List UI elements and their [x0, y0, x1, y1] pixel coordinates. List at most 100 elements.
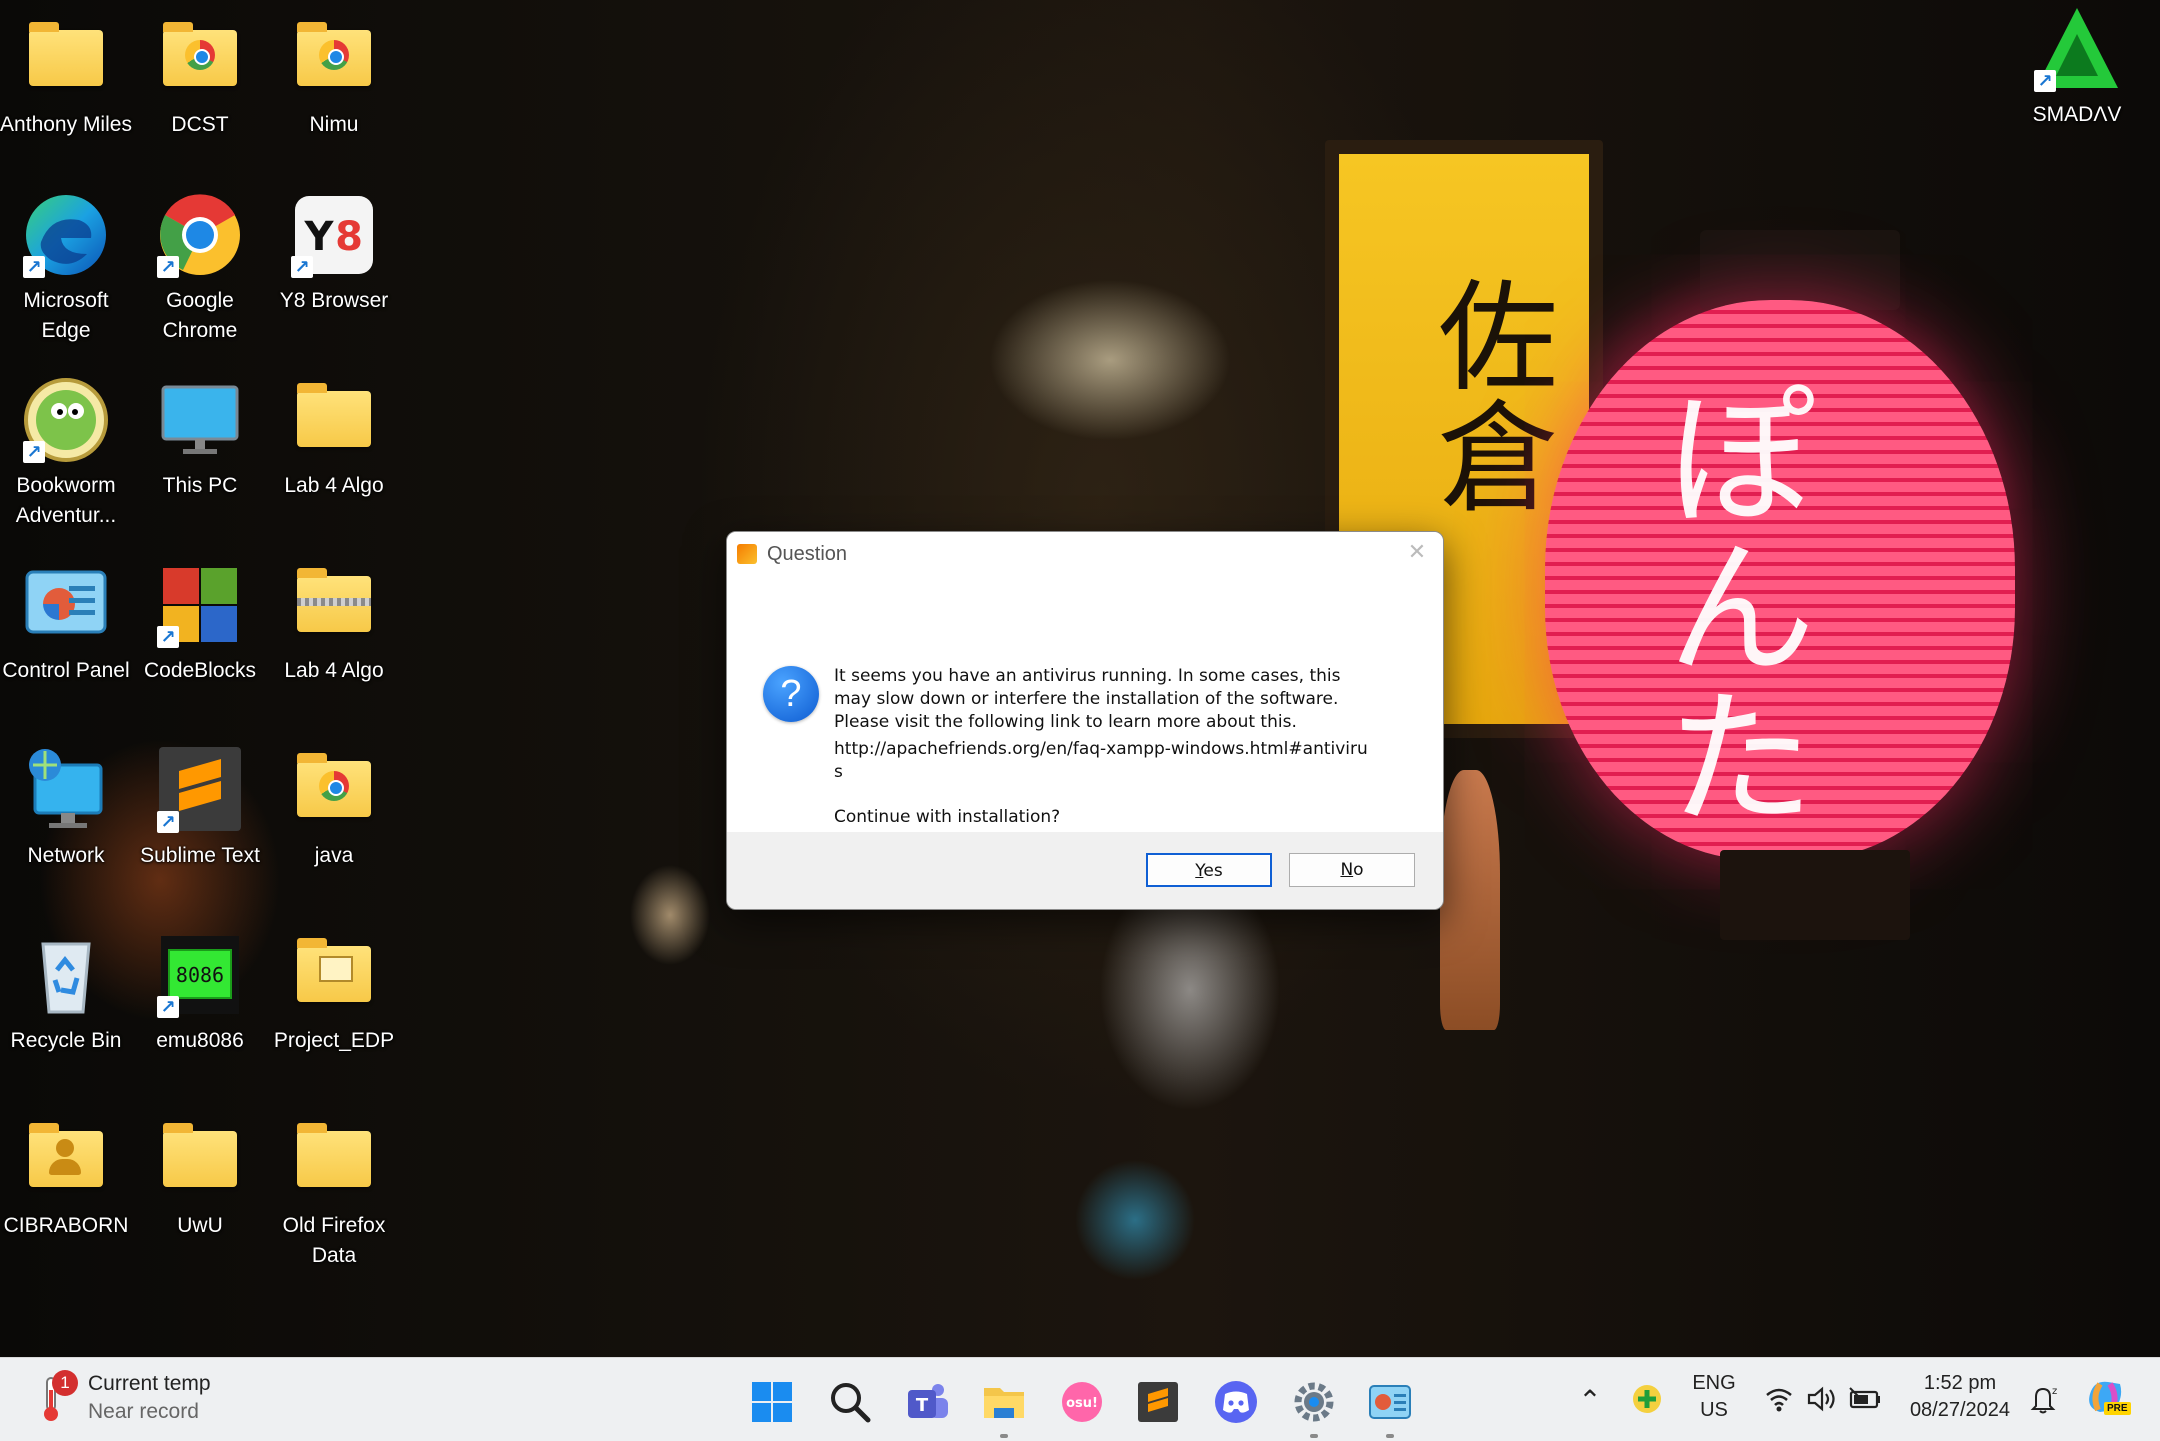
desktop-icon-project-edp[interactable]: Project_EDP — [268, 930, 400, 1056]
search-icon[interactable] — [826, 1378, 874, 1426]
shortcut-arrow-icon: ↗ — [157, 811, 179, 833]
language-indicator[interactable]: ENG US — [1686, 1372, 1742, 1422]
desktop-icon-label: Microsoft Edge — [23, 289, 109, 342]
shortcut-arrow-icon: ↗ — [157, 256, 179, 278]
desktop-icon-anthony-miles[interactable]: Anthony Miles — [0, 14, 132, 140]
wallpaper-icecream-sign — [1440, 770, 1500, 1030]
desktop-icon-microsoft-edge[interactable]: ↗ Microsoft Edge — [0, 190, 132, 346]
desktop-icon-label: Old Firefox Data — [282, 1214, 386, 1267]
desktop-icon-label: This PC — [162, 474, 238, 497]
desktop-icon-dcst[interactable]: DCST — [134, 14, 266, 140]
shortcut-arrow-icon: ↗ — [157, 996, 179, 1018]
desktop-icon-network[interactable]: Network — [0, 745, 132, 871]
desktop-icon-bookworm[interactable]: ↗ Bookworm Adventur... — [0, 375, 132, 531]
battery-icon[interactable] — [1848, 1386, 1882, 1412]
desktop-icon-sublime-text[interactable]: ↗ Sublime Text — [134, 745, 266, 871]
desktop-icon-label: CIBRABORN — [3, 1214, 129, 1237]
shortcut-arrow-icon: ↗ — [23, 256, 45, 278]
discord-icon[interactable] — [1212, 1378, 1260, 1426]
osu-icon[interactable]: osu! — [1058, 1378, 1106, 1426]
no-button[interactable]: No — [1289, 853, 1415, 887]
dialog-prompt: Continue with installation? — [834, 807, 1061, 827]
volume-icon[interactable] — [1806, 1384, 1838, 1414]
desktop-icon-codeblocks[interactable]: ↗ CodeBlocks — [134, 560, 266, 686]
close-icon[interactable]: ✕ — [1405, 540, 1429, 564]
wifi-icon[interactable] — [1764, 1384, 1794, 1414]
notification-bell-icon[interactable]: z — [2028, 1382, 2058, 1416]
clock[interactable]: 1:52 pm 08/27/2024 — [1892, 1372, 2028, 1422]
settings-icon[interactable] — [1290, 1378, 1338, 1438]
chrome-folder-icon — [163, 22, 237, 86]
notification-badge: 1 — [52, 1370, 78, 1396]
file-explorer-icon[interactable] — [980, 1378, 1028, 1438]
folder-icon — [29, 22, 103, 86]
shortcut-arrow-icon: ↗ — [2034, 70, 2056, 92]
folder-icon — [297, 1123, 371, 1187]
desktop-icon-google-chrome[interactable]: ↗ Google Chrome — [134, 190, 266, 346]
desktop-icon-label: Nimu — [309, 113, 359, 136]
desktop-icon-label: emu8086 — [156, 1029, 244, 1052]
desktop-icon-nimu[interactable]: Nimu — [268, 14, 400, 140]
dialog-titlebar[interactable]: Question ✕ — [727, 532, 1443, 576]
desktop-icon-old-firefox-data[interactable]: Old Firefox Data — [268, 1115, 400, 1271]
smadav-tray-icon[interactable] — [1630, 1382, 1664, 1416]
svg-text:8: 8 — [335, 214, 363, 260]
chevron-up-icon[interactable]: ⌃ — [1574, 1384, 1606, 1416]
desktop-icon-lab-4-algo-zip[interactable]: Lab 4 Algo — [268, 560, 400, 686]
desktop-icon-label: Google Chrome — [162, 289, 238, 342]
folder-icon — [297, 383, 371, 447]
svg-text:z: z — [2052, 1386, 2057, 1397]
dialog-footer: Yes No — [727, 832, 1443, 909]
desktop-icon-label: Network — [27, 844, 105, 867]
desktop-icon-label: Control Panel — [2, 659, 130, 682]
desktop-icon-emu8086[interactable]: 8086 ↗ emu8086 — [134, 930, 266, 1056]
desktop-icon-label: Y8 Browser — [279, 289, 389, 312]
desktop-icon-label: java — [314, 844, 354, 867]
weather-subtitle: Near record — [88, 1400, 199, 1423]
desktop-icon-label: Lab 4 Algo — [284, 474, 384, 497]
shortcut-arrow-icon: ↗ — [157, 626, 179, 648]
folder-icon — [297, 938, 371, 1002]
active-indicator — [1386, 1434, 1394, 1438]
dialog-title: Question — [767, 543, 848, 565]
clock-date: 08/27/2024 — [1909, 1399, 2011, 1421]
dialog-body: ? It seems you have an antivirus running… — [727, 576, 1443, 868]
chrome-folder-icon — [297, 753, 371, 817]
desktop-icon-recycle-bin[interactable]: Recycle Bin — [0, 930, 132, 1056]
copilot-icon[interactable]: PRE — [2084, 1376, 2131, 1418]
desktop-icon-lab-4-algo[interactable]: Lab 4 Algo — [268, 375, 400, 501]
active-indicator — [1000, 1434, 1008, 1438]
teams-icon[interactable]: T — [904, 1378, 952, 1426]
chrome-folder-icon — [297, 22, 371, 86]
question-dialog: Question ✕ ? It seems you have an antivi… — [726, 531, 1444, 910]
dialog-link: http://apachefriends.org/en/faq-xampp-wi… — [834, 739, 1368, 782]
control-panel-taskbar-icon[interactable] — [1366, 1378, 1414, 1438]
windows-start-icon[interactable] — [748, 1378, 796, 1426]
recycle-bin-icon — [41, 942, 91, 1014]
desktop-icon-label: CodeBlocks — [143, 659, 257, 682]
desktop-icon-label: Project_EDP — [273, 1029, 395, 1052]
yes-button[interactable]: Yes — [1146, 853, 1272, 887]
svg-text:osu!: osu! — [1066, 1396, 1098, 1411]
desktop-icon-java[interactable]: java — [268, 745, 400, 871]
desktop-icon-label: DCST — [171, 113, 229, 136]
desktop-icon-cibraborn[interactable]: CIBRABORN — [0, 1115, 132, 1241]
preview-badge: PRE — [2104, 1402, 2131, 1415]
sublime-taskbar-icon[interactable] — [1134, 1378, 1182, 1426]
desktop-icon-y8-browser[interactable]: Y 8 ↗ Y8 Browser — [268, 190, 400, 316]
question-icon: ? — [763, 666, 819, 722]
desktop-icon-label: UwU — [177, 1214, 223, 1237]
active-indicator — [1310, 1434, 1318, 1438]
network-icon — [29, 749, 103, 828]
user-folder-icon — [29, 1123, 103, 1187]
desktop-icon-smadav[interactable]: ↗ SMADΛV — [2011, 4, 2143, 130]
clock-time: 1:52 pm — [1923, 1372, 1997, 1394]
desktop-icon-label: Sublime Text — [140, 844, 260, 867]
desktop-icon-control-panel[interactable]: Control Panel — [0, 560, 132, 686]
desktop-icon-uwu[interactable]: UwU — [134, 1115, 266, 1241]
wallpaper-lantern-top — [1700, 230, 1900, 310]
svg-text:8086: 8086 — [176, 963, 224, 987]
desktop-icon-label: Bookworm Adventur... — [15, 474, 117, 527]
zip-folder-icon — [297, 568, 371, 632]
desktop-icon-this-pc[interactable]: This PC — [134, 375, 266, 501]
